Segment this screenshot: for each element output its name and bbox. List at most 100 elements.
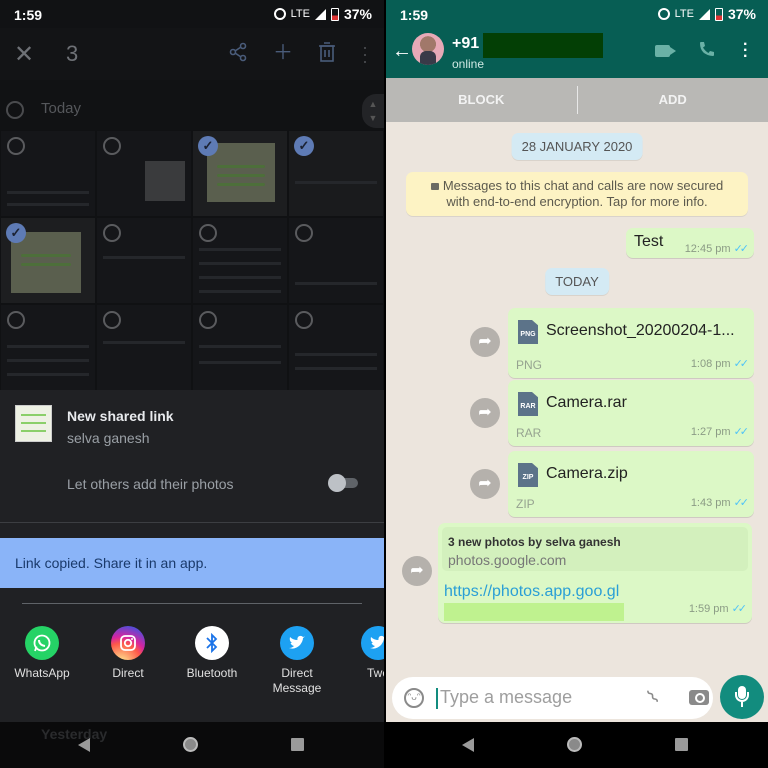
section-today: Today [0,96,384,124]
photo-thumbnail[interactable] [192,217,288,304]
nav-back-icon[interactable] [78,738,90,752]
forward-icon[interactable]: ➦ [402,556,432,586]
photo-thumbnail[interactable] [288,304,384,391]
checkmark-icon[interactable]: ✓ [294,136,314,156]
text-caret [436,688,438,709]
nav-back-icon[interactable] [462,738,474,752]
share-target-direct[interactable]: Direct [88,626,168,681]
select-section-checkbox[interactable] [6,101,24,119]
message-bubble-link[interactable]: 3 new photos by selva ganesh photos.goog… [438,523,752,623]
camera-icon[interactable] [689,690,709,705]
nav-home-icon[interactable] [567,737,582,752]
file-type: RAR [516,426,542,440]
block-button[interactable]: BLOCK [386,78,577,122]
back-arrow-icon[interactable]: ← [392,40,412,63]
message-bubble-file[interactable]: RAR Camera.rar RAR 1:27 pm ✓✓ [508,380,754,446]
add-contact-button[interactable]: ADD [578,78,768,122]
add-icon[interactable]: ＋ [272,42,294,64]
photo-thumbnail[interactable] [96,130,192,217]
twitter-icon [361,626,384,660]
photo-thumbnail[interactable] [192,304,288,391]
section-today-label: Today [41,100,82,117]
link-preview-site: photos.google.com [448,552,567,568]
select-checkbox[interactable] [103,224,121,242]
photo-thumbnail[interactable] [0,304,96,391]
nav-recents-icon[interactable] [675,738,688,751]
alarm-icon [657,8,670,20]
file-type: PNG [516,358,543,372]
file-name: Camera.zip [546,465,628,482]
select-checkbox[interactable] [103,137,121,155]
redacted-link-part [444,603,624,621]
read-receipt-icon: ✓✓ [733,497,750,509]
emoji-icon[interactable]: ᵔᴗᵔ [404,688,424,708]
more-vert-icon[interactable]: · · · [743,37,748,65]
read-receipt-icon: ✓✓ [733,426,750,438]
voice-call-icon[interactable] [698,40,716,63]
share-icon[interactable] [227,42,249,64]
photo-thumbnail[interactable] [0,130,96,217]
battery-level: 37% [343,6,372,22]
photo-thumbnail-selected[interactable]: ✓ [0,217,96,304]
bluetooth-icon [195,626,229,660]
encryption-notice[interactable]: Messages to this chat and calls are now … [406,172,748,216]
read-receipt-icon: ✓✓ [733,358,750,370]
contact-avatar[interactable] [412,33,444,65]
nav-recents-icon[interactable] [291,738,304,751]
delete-icon[interactable] [316,42,338,64]
select-checkbox[interactable] [7,137,25,155]
photo-thumbnail-selected[interactable]: ✓ [288,130,384,217]
select-checkbox[interactable] [199,311,217,329]
snackbar-text: Link copied. Share it in an app. [15,555,208,571]
share-target-whatsapp[interactable]: WhatsApp [2,626,82,681]
photo-thumbnail[interactable] [96,304,192,391]
lock-icon [430,183,439,190]
share-target-bluetooth[interactable]: Bluetooth [172,626,252,681]
shared-link-owner: selva ganesh [67,430,150,446]
share-target-direct-message[interactable]: Direct Message [257,626,337,696]
status-bar: 1:59 LTE 37% [0,0,384,28]
collaboration-toggle[interactable] [328,474,360,492]
select-checkbox[interactable] [295,224,313,242]
checkmark-icon[interactable]: ✓ [6,223,26,243]
more-vert-icon[interactable]: · · · [354,38,376,70]
nav-home-icon[interactable] [183,737,198,752]
photo-thumbnail-selected[interactable]: ✓ [192,130,288,217]
message-input[interactable]: Type a message [440,687,572,708]
video-call-icon[interactable] [655,45,670,57]
share-target-tweet[interactable]: Twe [338,626,384,681]
close-icon[interactable]: ✕ [14,40,34,69]
attach-icon[interactable]: ⌇ [643,686,665,710]
battery-icon [330,7,339,21]
select-checkbox[interactable] [7,311,25,329]
checkmark-icon[interactable]: ✓ [198,136,218,156]
select-checkbox[interactable] [103,311,121,329]
forward-icon[interactable]: ➦ [470,398,500,428]
instagram-icon [111,626,145,660]
network-type: LTE [674,8,694,20]
whatsapp-pane: 1:59 LTE 37% ← +91 online · · · BLOCK AD… [386,0,768,768]
navigation-bar: Yesterday [0,722,384,768]
message-link[interactable]: https://photos.app.goo.gl [444,583,619,601]
photo-thumbnail[interactable] [96,217,192,304]
share-targets: WhatsApp Direct Bluetooth Direct Message [0,626,384,706]
contact-number[interactable]: +91 [452,35,479,53]
chat-header: ← +91 online · · · [386,28,768,78]
photo-thumbnail[interactable] [288,217,384,304]
message-bubble-text[interactable]: Test 12:45 pm ✓✓ [626,228,754,258]
message-bubble-file[interactable]: PNG Screenshot_20200204-1... PNG 1:08 pm… [508,308,754,378]
link-preview-title: 3 new photos by selva ganesh [448,535,621,549]
battery-level: 37% [727,6,756,22]
voice-record-button[interactable] [720,675,764,719]
date-chip: 28 JANUARY 2020 [511,133,643,160]
message-composer: ᵔᴗᵔ Type a message ⌇ [392,677,713,719]
forward-icon[interactable]: ➦ [470,327,500,357]
file-name: Camera.rar [546,394,627,411]
forward-icon[interactable]: ➦ [470,469,500,499]
fast-scroll-handle[interactable]: ▲ ▼ [362,94,384,128]
rar-file-icon: RAR [518,392,538,416]
unknown-contact-actions: BLOCK ADD [386,78,768,122]
select-checkbox[interactable] [199,224,217,242]
select-checkbox[interactable] [295,311,313,329]
message-bubble-file[interactable]: ZIP Camera.zip ZIP 1:43 pm ✓✓ [508,451,754,517]
